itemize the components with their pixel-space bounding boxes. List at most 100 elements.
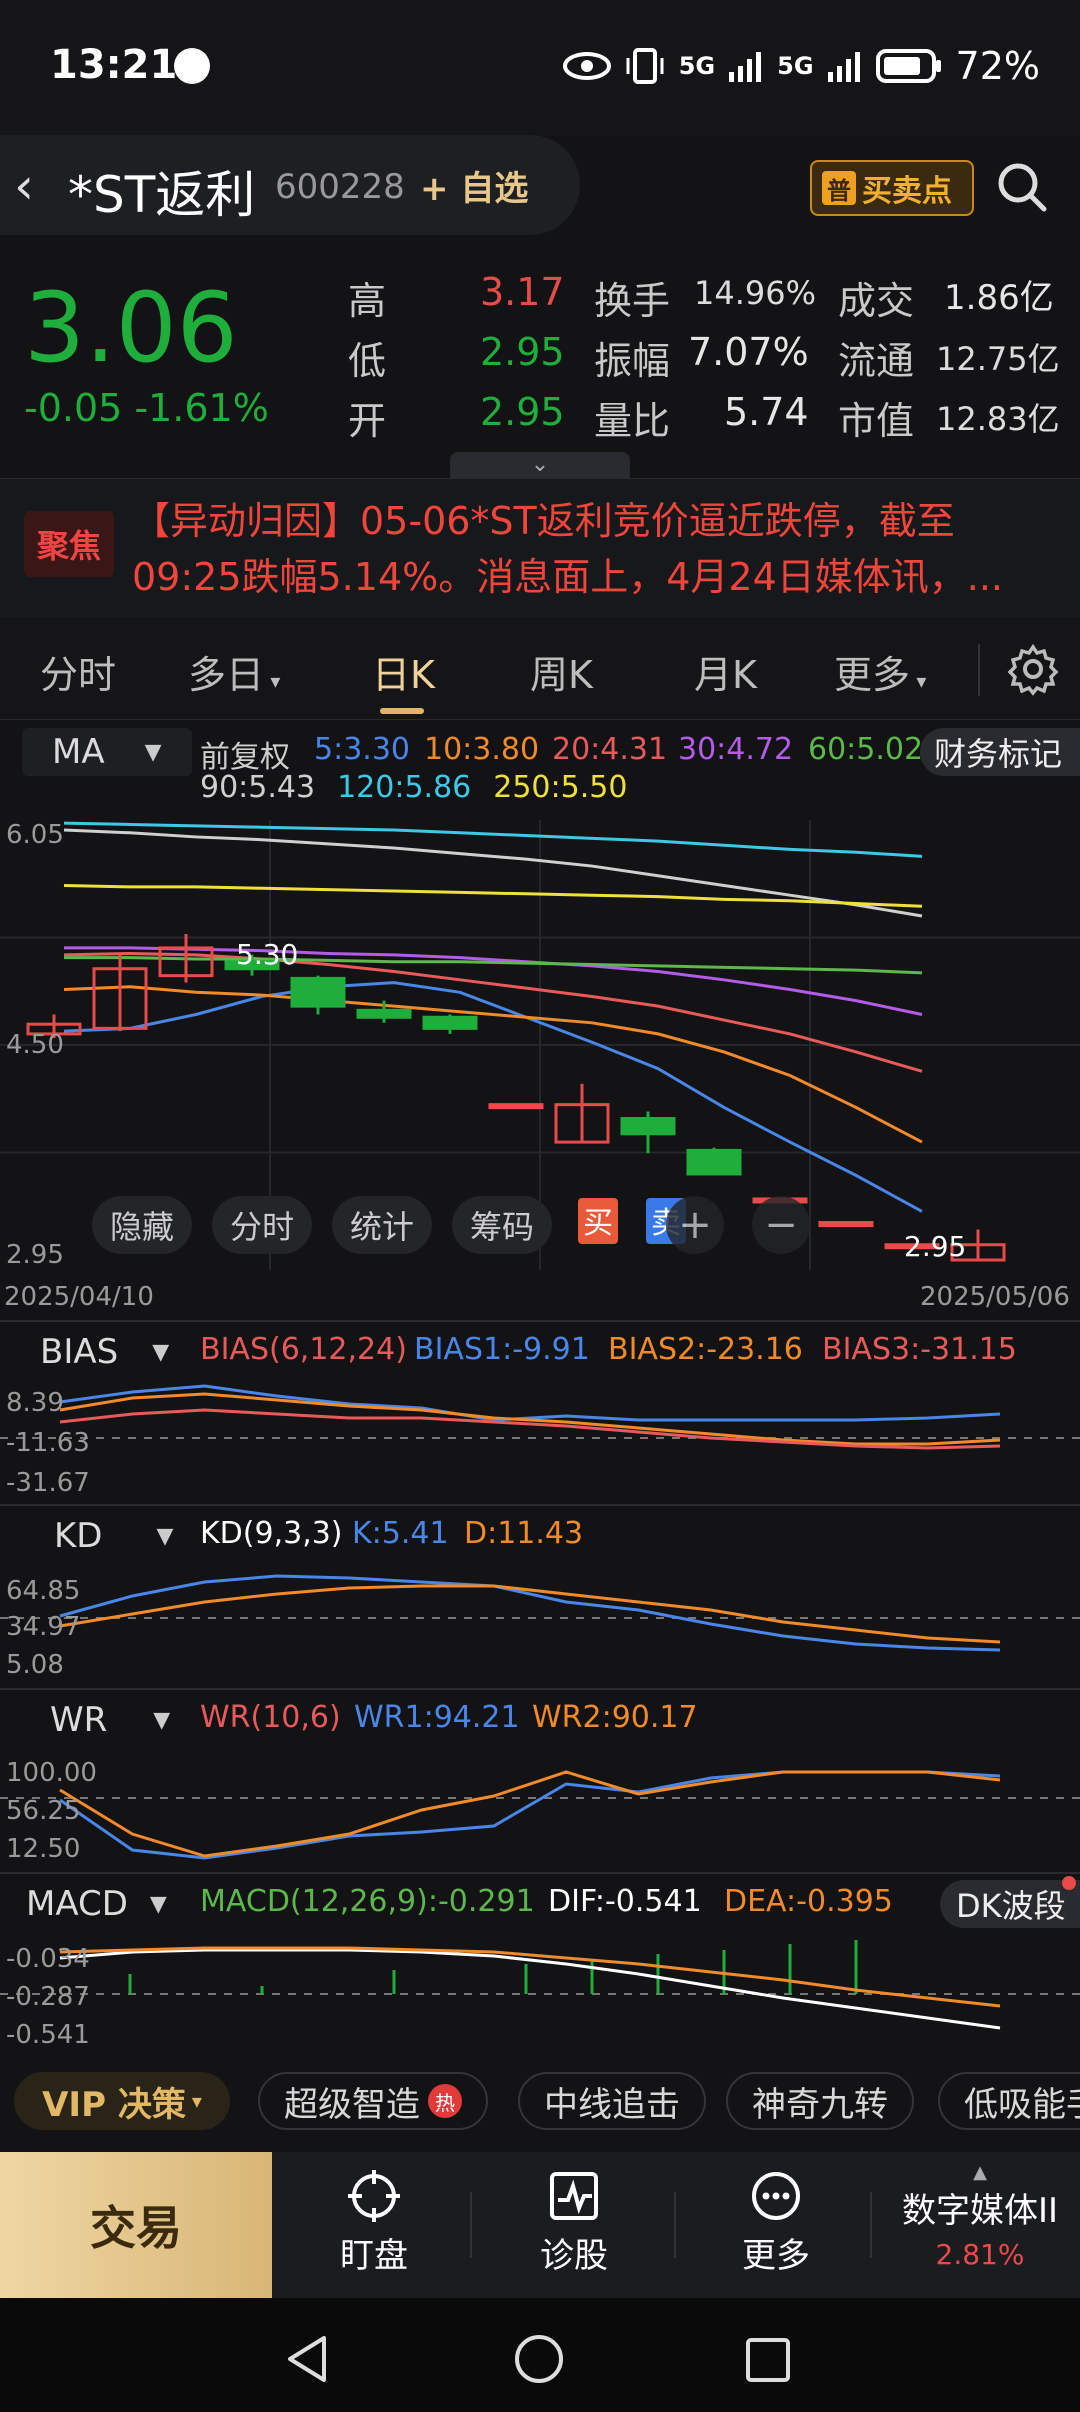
signal-5g-label-2: 5G [777,52,814,80]
back-triangle-icon[interactable] [284,2334,330,2384]
battery-icon [875,49,941,83]
vibrate-icon [626,48,664,84]
mktcap-value: 12.83亿 [936,400,1060,438]
high-label: 高 [348,279,387,323]
strategy-chip-super[interactable]: 超级智造 热 [258,2072,488,2130]
candle-body [356,1008,412,1019]
stock-code: 600228 [275,167,405,207]
low-value: 2.95 [480,330,565,374]
pu-badge-icon: 普 [822,171,856,205]
back-icon[interactable]: ‹ [14,157,34,215]
ma10-line [63,985,923,1144]
dropdown-icon: ▾ [264,669,281,693]
open-label: 开 [348,399,387,443]
gear-icon[interactable] [1006,642,1060,696]
ma10-legend: 10:3.80 [424,732,540,767]
wr-tick-bottom: 12.50 [6,1834,81,1864]
kd-params: KD(9,3,3) [200,1516,343,1551]
tab-intraday[interactable]: 分时 [40,644,116,699]
high-annotation: 5.30 [236,938,299,971]
buy-sell-points-button[interactable]: 普 买卖点 [810,160,974,216]
stats-button[interactable]: 统计 [332,1196,432,1254]
kd-k-value: K:5.41 [352,1516,449,1551]
wr-chart [0,1770,1080,1860]
buy-sell-label: 买卖点 [862,174,952,209]
wr-tick-top: 100.00 [6,1758,97,1788]
tab-more[interactable]: 更多 ▾ [834,644,926,699]
macd-dea-value: DEA:-0.395 [724,1884,893,1919]
nav-divider [870,2192,872,2258]
ma90-legend: 90:5.43 [200,770,316,805]
zoom-out-icon[interactable]: − [752,1196,810,1254]
kd-tick-mid: 34.97 [6,1612,81,1642]
chart-toolbar: 隐藏 分时 统计 筹码 + − [0,1196,1080,1256]
diagnose-nav[interactable]: 诊股 [494,2170,654,2277]
wr-params: WR(10,6) [200,1700,341,1735]
ma120-legend: 120:5.86 [337,770,472,805]
amount-label: 成交 [838,279,915,323]
app-notification-icon [174,48,210,84]
ma90-line [63,828,923,918]
macd-indicator-select[interactable]: MACD ▼ [0,1880,190,1928]
intraday-button[interactable]: 分时 [212,1196,312,1254]
kd-tick-bottom: 5.08 [6,1650,64,1680]
battery-percent: 72% [955,44,1040,88]
dk-band-button[interactable]: DK波段 [940,1880,1080,1928]
float-value: 12.75亿 [936,340,1060,378]
watch-label: 盯盘 [340,2236,408,2276]
tab-weekly-k[interactable]: 周K [530,644,593,699]
hide-button[interactable]: 隐藏 [92,1196,192,1254]
chips-button[interactable]: 筹码 [452,1196,552,1254]
status-right: 5G 5G 72% [562,44,1040,88]
ma20-line [63,951,923,1073]
home-circle-icon[interactable] [512,2332,566,2386]
last-price: 3.06 [24,272,238,384]
wr2-line [59,1770,1001,1858]
watch-nav[interactable]: 盯盘 [294,2170,454,2277]
more-label: 更多 [742,2236,810,2276]
wr-indicator-select[interactable]: WR ▼ [0,1696,190,1744]
collapse-up-icon: ▲ [973,2162,987,2183]
recents-square-icon[interactable] [744,2336,792,2384]
price-change: -0.05 -1.61% [24,386,269,430]
tab-multiday[interactable]: 多日 ▾ [188,644,280,699]
x-start-date: 2025/04/10 [4,1282,154,1312]
trade-button[interactable]: 交易 [0,2152,272,2298]
vip-decision-button[interactable]: VIP 决策 ▾ [14,2072,230,2130]
expand-chevron-icon[interactable]: ⌄ [450,452,630,480]
sector-name: 数字媒体II [901,2191,1059,2231]
y-tick-mid: 4.50 [6,1030,64,1060]
kd-d-value: D:11.43 [464,1516,584,1551]
strategy-chip-midline[interactable]: 中线追击 [518,2072,706,2130]
dropdown-icon: ▼ [149,1891,167,1917]
news-text: 【异动归因】05-06*ST返利竞价逼近跌停，截至09:25跌幅5.14%。消息… [132,499,1003,599]
high-value: 3.17 [480,270,565,314]
active-tab-indicator [380,708,424,714]
more-nav[interactable]: 更多 [696,2170,856,2277]
kd-indicator-select[interactable]: KD ▼ [0,1512,190,1560]
kd-k-line [59,1574,1001,1652]
search-icon[interactable] [992,157,1052,217]
stock-name: *ST返利 [68,166,256,224]
finance-mark-button[interactable]: 财务标记 [920,728,1080,776]
tab-multiday-label: 多日 [188,653,265,697]
wr2-value: WR2:90.17 [532,1700,698,1735]
ma-indicator-select[interactable]: MA ▼ [22,728,192,776]
sector-widget[interactable]: ▲ 数字媒体II 2.81% [880,2162,1080,2271]
bias-indicator-select[interactable]: BIAS ▼ [0,1328,190,1376]
more-dots-icon [752,2172,800,2220]
add-watchlist-button[interactable]: + 自选 [420,161,528,210]
zoom-in-icon[interactable]: + [666,1196,724,1254]
strategy-chip-label: 超级智造 [284,2084,420,2125]
strategy-chip-lowbuy[interactable]: 低吸能手 [938,2072,1080,2130]
strategy-bar: VIP 决策▾ 超级智造 热 中线追击 神奇九转 低吸能手 [0,2050,1080,2150]
open-value: 2.95 [480,390,565,434]
strategy-chip-nine[interactable]: 神奇九转 [726,2072,914,2130]
news-banner[interactable]: 聚焦 【异动归因】05-06*ST返利竞价逼近跌停，截至09:25跌幅5.14%… [0,478,1080,618]
tab-monthly-k[interactable]: 月K [694,644,757,699]
amount-value: 1.86亿 [944,278,1054,318]
ma-indicator-name: MA [52,732,105,772]
tab-daily-k[interactable]: 日K [372,644,435,699]
vip-label: VIP 决策 [42,2084,186,2125]
amplitude-value: 7.07% [688,330,809,374]
